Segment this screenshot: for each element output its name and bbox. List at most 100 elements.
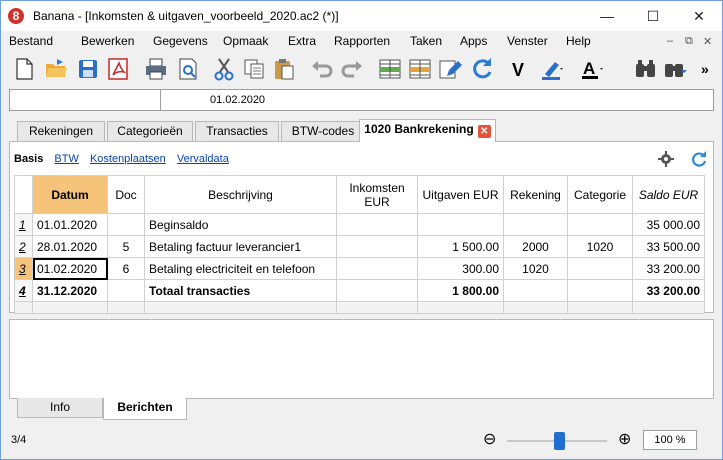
cell-editor-bar[interactable]: 01.02.2020 — [9, 89, 714, 111]
cell-categorie[interactable] — [567, 213, 633, 236]
view-kostenplaatsen[interactable]: Kostenplaatsen — [90, 153, 166, 165]
maximize-button[interactable]: ☐ — [630, 1, 676, 31]
zoom-level-field[interactable]: 100 % — [643, 430, 697, 450]
cell-datum[interactable]: 01.01.2020 — [32, 213, 108, 236]
mdi-close-button[interactable]: ✕ — [703, 35, 712, 48]
view-vervaldata[interactable]: Vervaldata — [177, 153, 229, 165]
col-header-uitgaven[interactable]: Uitgaven EUR — [417, 175, 504, 214]
cell-datum[interactable]: 01.02.2020 — [32, 257, 108, 280]
gear-icon[interactable] — [658, 151, 674, 167]
col-header-doc[interactable]: Doc — [107, 175, 145, 214]
cell-inkomsten[interactable] — [336, 279, 418, 302]
cell-categorie[interactable] — [567, 257, 633, 280]
tab-1020-bankrekening[interactable]: 1020 Bankrekening ✕ — [359, 119, 496, 142]
check-icon[interactable]: V — [507, 56, 533, 82]
cell-rekening[interactable]: 2000 — [503, 235, 568, 258]
menu-gegevens[interactable]: Gegevens — [153, 34, 208, 48]
cell-datum[interactable]: 28.01.2020 — [32, 235, 108, 258]
cell-beschrijving[interactable]: Beginsaldo — [144, 213, 337, 236]
cell-doc[interactable]: 6 — [107, 257, 145, 280]
edit-pencil-icon[interactable] — [437, 56, 463, 82]
copy-icon[interactable] — [241, 56, 267, 82]
row-number[interactable]: 2 — [14, 235, 33, 258]
row-number[interactable]: 3 — [14, 257, 33, 280]
cell-categorie[interactable]: 1020 — [567, 235, 633, 258]
tab-berichten[interactable]: Berichten — [103, 398, 187, 420]
find-icon[interactable] — [633, 56, 659, 82]
mdi-restore-button[interactable]: ⧉ — [685, 35, 693, 48]
table-row-total[interactable]: 4 31.12.2020 Totaal transacties 1 800.00… — [14, 279, 705, 302]
cell-beschrijving[interactable]: Betaling factuur leverancier1 — [144, 235, 337, 258]
col-header-categorie[interactable]: Categorie — [567, 175, 633, 214]
redo-icon[interactable] — [339, 56, 365, 82]
paste-icon[interactable] — [271, 56, 297, 82]
close-tab-icon[interactable]: ✕ — [477, 125, 491, 138]
zoom-out-icon[interactable]: ⊖ — [483, 429, 496, 449]
cell-rekening[interactable] — [503, 213, 568, 236]
cell-doc[interactable] — [107, 279, 145, 302]
tab-transacties[interactable]: Transacties — [195, 121, 279, 141]
view-btw[interactable]: BTW — [54, 153, 78, 165]
cell-rekening[interactable] — [503, 279, 568, 302]
view-basis[interactable]: Basis — [14, 153, 43, 165]
cell-uitgaven[interactable]: 1 500.00 — [417, 235, 504, 258]
col-header-saldo[interactable]: Saldo EUR — [632, 175, 705, 214]
print-icon[interactable] — [143, 56, 169, 82]
menu-help[interactable]: Help — [566, 34, 591, 48]
cell-categorie[interactable] — [567, 279, 633, 302]
minimize-button[interactable]: — — [584, 1, 630, 31]
tab-info[interactable]: Info — [17, 398, 103, 418]
cell-inkomsten[interactable] — [336, 235, 418, 258]
table-row[interactable]: 2 28.01.2020 5 Betaling factuur leveranc… — [14, 235, 705, 258]
new-file-icon[interactable] — [11, 56, 37, 82]
table-row[interactable]: 3 01.02.2020 6 Betaling electriciteit en… — [14, 257, 705, 280]
refresh-icon[interactable] — [469, 56, 495, 82]
cell-inkomsten[interactable] — [336, 213, 418, 236]
save-icon[interactable] — [75, 56, 101, 82]
menu-venster[interactable]: Venster — [507, 34, 548, 48]
find-next-icon[interactable] — [663, 56, 689, 82]
cut-icon[interactable] — [211, 56, 237, 82]
cell-doc[interactable]: 5 — [107, 235, 145, 258]
highlighter-icon[interactable] — [539, 56, 565, 82]
undo-icon[interactable] — [309, 56, 335, 82]
close-window-button[interactable]: ✕ — [676, 1, 722, 31]
cell-datum[interactable]: 31.12.2020 — [32, 279, 108, 302]
table-row[interactable]: 1 01.01.2020 Beginsaldo 35 000.00 — [14, 213, 705, 236]
tab-categorieen[interactable]: Categorieën — [107, 121, 193, 141]
menu-bestand[interactable]: Bestand — [9, 34, 53, 48]
col-header-rekening[interactable]: Rekening — [503, 175, 568, 214]
col-header-datum[interactable]: Datum — [32, 175, 108, 214]
cell-rekening[interactable]: 1020 — [503, 257, 568, 280]
pdf-icon[interactable] — [105, 56, 131, 82]
col-header-inkomsten[interactable]: Inkomsten EUR — [336, 175, 418, 214]
cell-beschrijving[interactable]: Betaling electriciteit en telefoon — [144, 257, 337, 280]
cell-doc[interactable] — [107, 213, 145, 236]
menu-opmaak[interactable]: Opmaak — [223, 34, 268, 48]
row-number[interactable]: 4 — [14, 279, 33, 302]
mdi-minimize-button[interactable]: – — [667, 35, 673, 47]
refresh-view-icon[interactable] — [690, 150, 708, 168]
cell-inkomsten[interactable] — [336, 257, 418, 280]
menu-extra[interactable]: Extra — [288, 34, 316, 48]
insert-row-icon[interactable] — [377, 56, 403, 82]
menu-taken[interactable]: Taken — [410, 34, 442, 48]
row-number[interactable]: 1 — [14, 213, 33, 236]
col-header-beschrijving[interactable]: Beschrijving — [144, 175, 337, 214]
font-color-icon[interactable]: A — [579, 56, 605, 82]
open-folder-icon[interactable] — [43, 56, 69, 82]
cell-uitgaven[interactable]: 300.00 — [417, 257, 504, 280]
menu-apps[interactable]: Apps — [460, 34, 487, 48]
tab-rekeningen[interactable]: Rekeningen — [17, 121, 105, 141]
print-preview-icon[interactable] — [175, 56, 201, 82]
delete-row-icon[interactable] — [407, 56, 433, 82]
menu-rapporten[interactable]: Rapporten — [334, 34, 390, 48]
cell-uitgaven[interactable] — [417, 213, 504, 236]
cell-uitgaven[interactable]: 1 800.00 — [417, 279, 504, 302]
zoom-slider-thumb[interactable] — [554, 432, 565, 450]
tab-btw-codes[interactable]: BTW-codes — [281, 121, 365, 141]
toolbar-overflow-button[interactable]: » — [701, 56, 723, 82]
zoom-in-icon[interactable]: ⊕ — [618, 429, 631, 449]
cell-beschrijving[interactable]: Totaal transacties — [144, 279, 337, 302]
menu-bewerken[interactable]: Bewerken — [81, 34, 134, 48]
